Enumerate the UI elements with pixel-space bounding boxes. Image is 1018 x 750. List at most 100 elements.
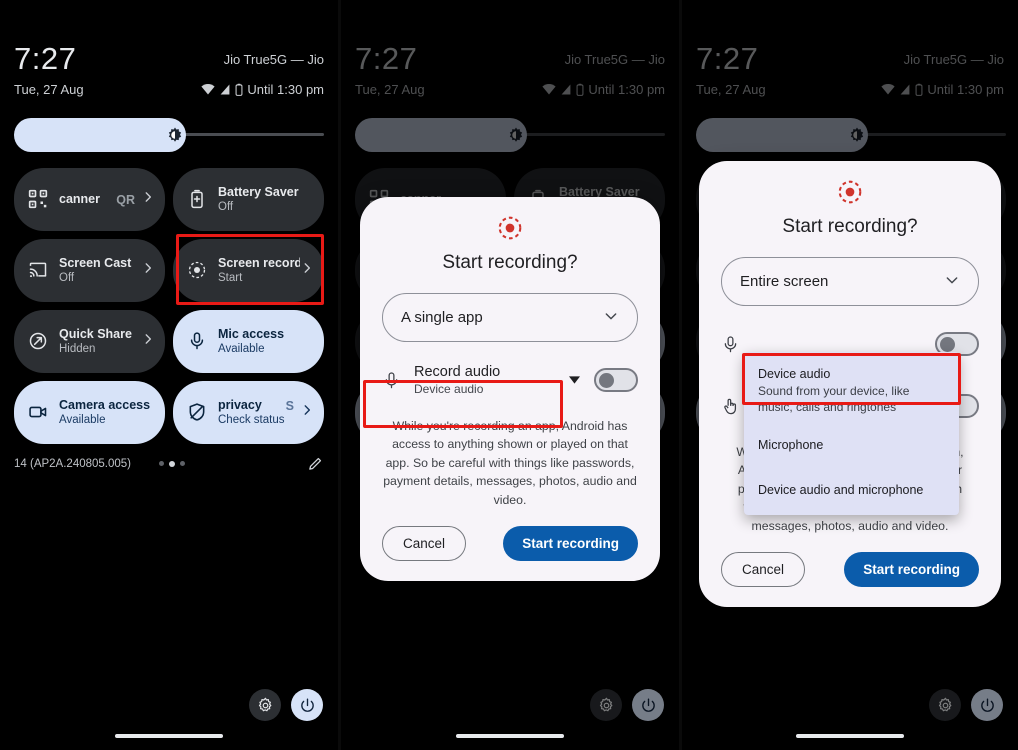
status-icons: Until 1:30 pm [201,83,324,96]
dialog-actions: Cancel Start recording [721,552,979,588]
quick-share-icon [28,331,50,353]
phone-panel-3: 7:27 Tue, 27 Aug Jio True5G — Jio Until … [682,0,1018,750]
dropdown-option-title: Device audio [758,367,831,381]
touch-pointer-icon [721,397,740,416]
page-dot [180,461,186,466]
toggle-knob [940,337,955,352]
power-icon[interactable] [291,689,323,721]
battery-status-label: Until 1:30 pm [247,82,324,97]
toggle-knob [599,373,614,388]
tile-sublabel: Available [218,343,265,356]
start-recording-button[interactable]: Start recording [844,552,979,588]
record-audio-row[interactable]: Record audio Device audio [382,356,638,404]
caret-down-icon[interactable] [569,371,580,389]
gear-icon[interactable] [929,689,961,721]
cancel-button[interactable]: Cancel [382,526,467,562]
tile-text: Screen record Start [218,256,300,286]
nav-gesture-bar[interactable] [115,734,223,738]
brightness-icon [166,126,184,144]
pencil-icon[interactable] [307,455,324,472]
nav-gesture-bar[interactable] [456,734,564,738]
tile-mic-access[interactable]: Mic access Available [173,310,324,373]
dropdown-option-microphone[interactable]: Microphone [744,423,959,472]
tile-label: Screen record [218,255,300,270]
tile-text: Screen Cast Off [59,256,141,286]
recording-scope-value: A single app [401,309,483,326]
dropdown-option-title: Device audio and microphone [758,483,924,498]
tile-battery-saver[interactable]: Battery Saver Off [173,168,324,231]
dropdown-option-title: Microphone [758,438,824,453]
record-audio-value: Device audio [414,381,484,396]
quick-settings-footer: 14 (AP2A.240805.005) [14,455,324,472]
dialog-title: Start recording? [442,252,578,273]
nav-gesture-bar[interactable] [796,734,904,738]
chevron-right-icon [141,190,157,209]
recording-scope-select[interactable]: A single app [382,293,638,342]
microphone-icon [721,335,740,354]
screen-record-icon [187,260,209,282]
quick-settings-tiles: canner QR Battery Saver Off Screen Cast … [14,168,324,444]
record-audio-toggle[interactable] [594,368,638,392]
record-audio-label: Record audio [414,363,501,380]
system-buttons [929,689,1003,721]
tile-sublabel: Hidden [59,343,96,356]
battery-saver-icon [187,189,209,211]
camera-icon [28,402,50,424]
tile-label: Battery Saver [218,184,299,199]
build-number: 14 (AP2A.240805.005) [14,457,132,470]
qr-scanner-icon [28,189,50,211]
tile-sublabel: Off [59,272,75,285]
cancel-button[interactable]: Cancel [721,552,806,588]
dialog-actions: Cancel Start recording [382,526,638,562]
tile-quick-share[interactable]: Quick Share Hidden [14,310,165,373]
dropdown-option-device-audio[interactable]: Device audio Sound from your device, lik… [744,358,959,423]
tile-ghost-label: S [285,399,294,414]
start-recording-dialog: Start recording? A single app Record aud… [360,197,660,582]
screen-record-icon [382,215,638,241]
shield-icon [187,402,209,424]
dropdown-option-device-audio-and-microphone[interactable]: Device audio and microphone [744,472,959,505]
start-recording-button[interactable]: Start recording [503,526,638,562]
dropdown-option-desc: Sound from your device, like music, call… [758,383,910,415]
tile-text: Quick Share Hidden [59,327,141,357]
gear-icon[interactable] [590,689,622,721]
gear-icon[interactable] [249,689,281,721]
power-icon[interactable] [632,689,664,721]
chevron-right-icon [141,261,157,280]
tile-label: Camera access [59,397,151,412]
chevron-right-icon [300,261,316,280]
tile-qr-scanner[interactable]: canner QR [14,168,165,231]
date-label: Tue, 27 Aug [14,82,84,97]
chevron-right-icon [141,332,157,351]
dialog-title: Start recording? [782,216,918,237]
tile-sublabel: Available [59,414,106,427]
chevron-down-icon [944,272,960,292]
page-dot [159,461,165,466]
page-dot-active [169,460,176,467]
tile-camera-access[interactable]: Camera access Available [14,381,165,444]
page-indicator [159,460,186,467]
phone-panel-1: 7:27 Tue, 27 Aug Jio True5G — Jio Until … [0,0,338,750]
tile-text: Battery Saver Off [218,185,316,215]
dialog-disclaimer: While you're recording an app, Android h… [383,419,637,507]
audio-source-dropdown: Device audio Sound from your device, lik… [744,352,959,515]
power-icon[interactable] [971,689,1003,721]
signal-icon [219,84,231,95]
tile-sublabel: Off [218,201,234,214]
chevron-right-icon [300,403,316,422]
tile-sublabel: Check status [218,414,285,427]
tile-label: Screen Cast [59,255,132,270]
system-buttons [249,689,323,721]
tile-privacy[interactable]: privacy Check status S [173,381,324,444]
screen-record-icon [721,179,979,205]
tile-screen-cast[interactable]: Screen Cast Off [14,239,165,302]
chevron-down-icon [603,308,619,328]
wifi-icon [201,84,216,95]
carrier-label: Jio True5G — Jio [223,52,324,67]
recording-scope-select[interactable]: Entire screen [721,257,979,306]
screen-cast-icon [28,260,50,282]
tile-screen-record[interactable]: Screen record Start [173,239,324,302]
tile-text: Camera access Available [59,398,157,428]
record-audio-text: Record audio Device audio [414,363,563,397]
brightness-slider[interactable] [14,118,324,152]
